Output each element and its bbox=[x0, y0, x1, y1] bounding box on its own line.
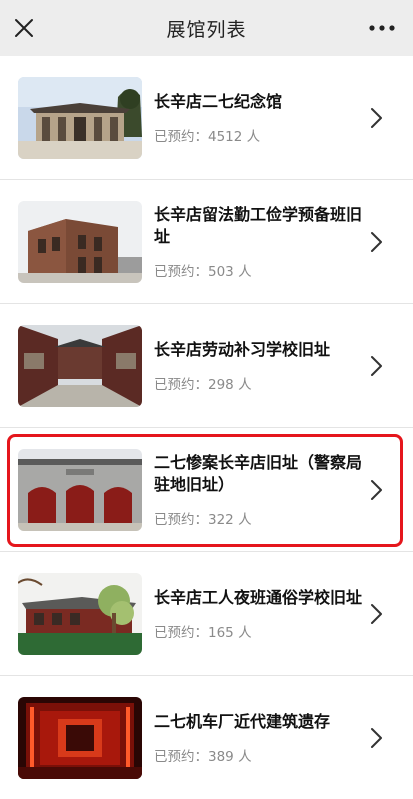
venue-info: 长辛店二七纪念馆 已预约：4512 人 bbox=[154, 56, 365, 179]
booked-unit: 人 bbox=[242, 128, 261, 145]
venue-info: 长辛店劳动补习学校旧址 已预约：298 人 bbox=[154, 304, 365, 427]
venue-thumbnail bbox=[18, 449, 142, 531]
page-title: 展馆列表 bbox=[166, 18, 247, 41]
booked-count: 已预约：389 人 bbox=[154, 745, 365, 765]
booked-count: 已预约：165 人 bbox=[154, 621, 365, 641]
more-dots-icon bbox=[369, 25, 395, 31]
booked-label: 已预约： bbox=[154, 748, 208, 765]
venue-thumbnail bbox=[18, 77, 142, 159]
courtyard-photo bbox=[18, 325, 142, 407]
venue-name: 长辛店工人夜班通俗学校旧址 bbox=[154, 587, 363, 607]
red-exhibit-hall-photo bbox=[18, 697, 142, 779]
venue-thumbnail bbox=[18, 325, 142, 407]
booked-count: 已预约：298 人 bbox=[154, 373, 365, 393]
chevron-right-icon bbox=[371, 604, 382, 624]
venue-name: 二七惨案长辛店旧址（警察局驻地旧址） bbox=[154, 452, 363, 494]
brick-building-photo bbox=[18, 201, 142, 283]
booked-label: 已预约： bbox=[154, 263, 208, 280]
close-button[interactable] bbox=[10, 14, 38, 42]
chevron-right-icon bbox=[371, 728, 382, 748]
venue-item[interactable]: 长辛店二七纪念馆 已预约：4512 人 bbox=[0, 56, 413, 180]
venue-info: 长辛店工人夜班通俗学校旧址 已预约：165 人 bbox=[154, 552, 365, 675]
booked-unit: 人 bbox=[233, 263, 252, 280]
booked-unit: 人 bbox=[233, 748, 252, 765]
venue-info: 二七机车厂近代建筑遗存 已预约：389 人 bbox=[154, 676, 365, 799]
memorial-hall-photo bbox=[18, 77, 142, 159]
booked-count: 已预约：503 人 bbox=[154, 260, 365, 280]
booked-count: 已预约：4512 人 bbox=[154, 125, 365, 145]
venue-info: 长辛店留法勤工俭学预备班旧址 已预约：503 人 bbox=[154, 180, 365, 303]
venue-info: 二七惨案长辛店旧址（警察局驻地旧址） 已预约：322 人 bbox=[154, 428, 365, 551]
booked-number: 4512 bbox=[208, 128, 243, 145]
booked-count: 已预约：322 人 bbox=[154, 508, 365, 528]
chevron-right-icon bbox=[371, 480, 382, 500]
booked-number: 298 bbox=[208, 376, 234, 393]
venue-name: 长辛店留法勤工俭学预备班旧址 bbox=[154, 204, 363, 246]
booked-label: 已预约： bbox=[154, 511, 208, 528]
venue-item[interactable]: 长辛店工人夜班通俗学校旧址 已预约：165 人 bbox=[0, 552, 413, 676]
more-button[interactable] bbox=[365, 14, 399, 42]
booked-number: 165 bbox=[208, 624, 234, 641]
venue-name: 二七机车厂近代建筑遗存 bbox=[154, 711, 331, 731]
venue-thumbnail bbox=[18, 573, 142, 655]
venue-list: 长辛店二七纪念馆 已预约：4512 人 长辛店留法勤工俭学预备班旧址 已预约：5… bbox=[0, 56, 413, 799]
booked-unit: 人 bbox=[233, 624, 252, 641]
booked-unit: 人 bbox=[233, 376, 252, 393]
venue-item[interactable]: 长辛店留法勤工俭学预备班旧址 已预约：503 人 bbox=[0, 180, 413, 304]
booked-unit: 人 bbox=[233, 511, 252, 528]
tree-building-photo bbox=[18, 573, 142, 655]
venue-item[interactable]: 长辛店劳动补习学校旧址 已预约：298 人 bbox=[0, 304, 413, 428]
booked-label: 已预约： bbox=[154, 376, 208, 393]
venue-thumbnail bbox=[18, 697, 142, 779]
booked-number: 322 bbox=[208, 511, 234, 528]
venue-name: 长辛店二七纪念馆 bbox=[154, 91, 283, 111]
top-bar: 展馆列表 bbox=[0, 0, 413, 56]
booked-label: 已预约： bbox=[154, 624, 208, 641]
red-doors-gate-photo bbox=[18, 449, 142, 531]
chevron-right-icon bbox=[371, 232, 382, 252]
booked-number: 389 bbox=[208, 748, 234, 765]
venue-name: 长辛店劳动补习学校旧址 bbox=[154, 339, 331, 359]
booked-label: 已预约： bbox=[154, 128, 208, 145]
close-icon bbox=[15, 19, 33, 37]
venue-item[interactable]: 二七机车厂近代建筑遗存 已预约：389 人 bbox=[0, 676, 413, 799]
chevron-right-icon bbox=[371, 108, 382, 128]
booked-number: 503 bbox=[208, 263, 234, 280]
venue-thumbnail bbox=[18, 201, 142, 283]
chevron-right-icon bbox=[371, 356, 382, 376]
venue-item[interactable]: 二七惨案长辛店旧址（警察局驻地旧址） 已预约：322 人 bbox=[0, 428, 413, 552]
